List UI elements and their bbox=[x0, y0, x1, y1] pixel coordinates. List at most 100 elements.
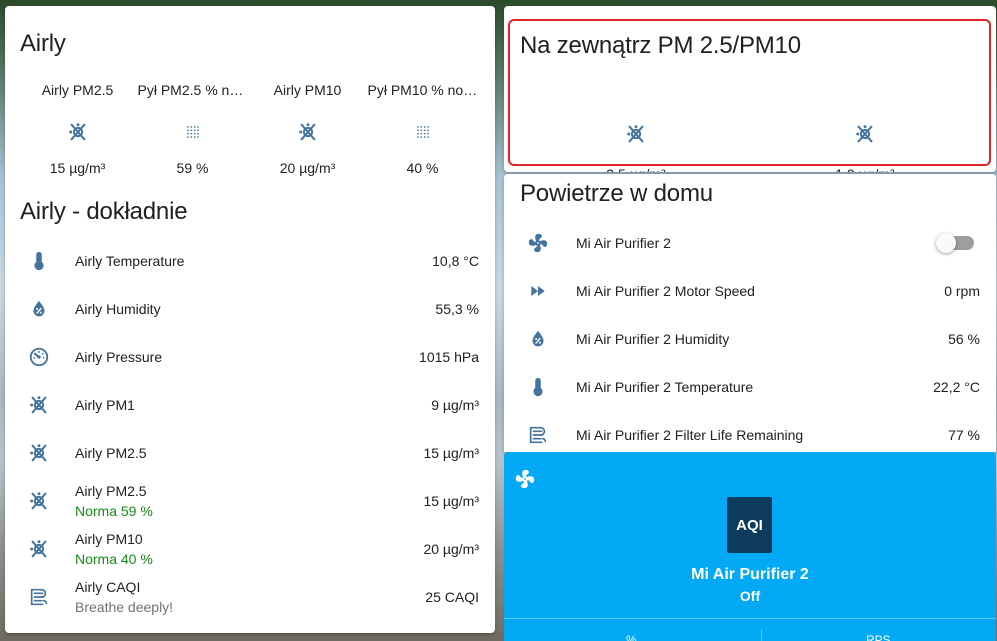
footer-percent-label[interactable]: % bbox=[626, 633, 637, 641]
airly-entity-list: Airly Temperature 10,8 °C Airly Humidity… bbox=[5, 237, 495, 621]
glance-state: 15 µg/m³ bbox=[49, 160, 106, 176]
glance-name: Airly PM2.5 bbox=[41, 82, 114, 98]
air-filter-icon bbox=[296, 120, 320, 144]
air-filter-icon bbox=[27, 393, 51, 417]
entity-name: Airly CAQI bbox=[75, 579, 141, 595]
glance-name: Airly PM10 bbox=[273, 82, 342, 98]
entity-value: 15 µg/m³ bbox=[423, 493, 479, 509]
aqi-badge: AQI bbox=[727, 497, 772, 553]
outside-item-pm10[interactable]: 1,9 µg/m³ bbox=[795, 102, 935, 172]
entity-name: Airly PM10 bbox=[75, 531, 143, 547]
footer-rps-label[interactable]: RPS bbox=[866, 633, 891, 641]
water-percent-icon bbox=[27, 297, 51, 321]
air-quality-icon bbox=[526, 423, 550, 447]
entity-name-block: Airly CAQI Breathe deeply! bbox=[75, 579, 173, 615]
purifier-toggle[interactable] bbox=[936, 233, 974, 253]
entity-row[interactable]: Mi Air Purifier 2 Temperature 22,2 °C bbox=[504, 363, 996, 411]
entity-row[interactable]: Airly PM10 Norma 40 % 20 µg/m³ bbox=[5, 525, 495, 573]
home-card-title: Powietrze w domu bbox=[520, 180, 713, 207]
entity-name: Airly PM1 bbox=[75, 397, 135, 413]
thermometer-icon bbox=[27, 249, 51, 273]
toggle-thumb bbox=[936, 233, 956, 253]
airly-card-title: Airly bbox=[20, 30, 66, 57]
entity-value: 15 µg/m³ bbox=[423, 445, 479, 461]
entity-row[interactable]: Airly PM2.5 15 µg/m³ bbox=[5, 429, 495, 477]
glance-state: 59 % bbox=[176, 160, 209, 176]
entity-row[interactable]: Airly Temperature 10,8 °C bbox=[5, 237, 495, 285]
entity-name: Airly Pressure bbox=[75, 349, 163, 365]
airly-glance-row: Airly PM2.5 15 µg/m³ Pył PM2.5 % normy 5… bbox=[5, 82, 495, 182]
entity-value: 22,2 °C bbox=[933, 379, 980, 395]
outside-card: Na zewnątrz PM 2.5/PM10 3,5 µg/m³ 1,9 µg… bbox=[504, 6, 996, 172]
glance-state: 40 % bbox=[406, 160, 439, 176]
air-filter-icon bbox=[27, 537, 51, 561]
entity-value: 20 µg/m³ bbox=[423, 541, 479, 557]
air-filter-icon bbox=[66, 120, 90, 144]
glance-name: Pył PM10 % normy bbox=[367, 82, 478, 98]
fan-icon[interactable] bbox=[514, 468, 536, 490]
entity-secondary: Norma 40 % bbox=[75, 551, 153, 567]
fast-forward-icon bbox=[526, 279, 550, 303]
entity-row[interactable]: Airly Pressure 1015 hPa bbox=[5, 333, 495, 381]
entity-name: Airly Humidity bbox=[75, 301, 161, 317]
airly-card: Airly Airly PM2.5 15 µg/m³ Pył PM2.5 % n… bbox=[5, 6, 495, 633]
entity-name: Mi Air Purifier 2 Temperature bbox=[576, 379, 754, 395]
entity-name-block: Airly PM10 Norma 40 % bbox=[75, 531, 153, 567]
entity-row[interactable]: Airly PM2.5 Norma 59 % 15 µg/m³ bbox=[5, 477, 495, 525]
thermometer-icon bbox=[526, 375, 550, 399]
glance-state: 3,5 µg/m³ bbox=[606, 166, 665, 172]
entity-value: 1015 hPa bbox=[419, 349, 479, 365]
air-quality-icon bbox=[27, 585, 51, 609]
entity-secondary: Norma 59 % bbox=[75, 503, 153, 519]
air-filter-icon bbox=[624, 122, 648, 146]
home-air-card: Powietrze w domu Mi Air Purifier 2 Mi Ai… bbox=[504, 174, 996, 452]
entity-row[interactable]: Airly CAQI Breathe deeply! 25 CAQI bbox=[5, 573, 495, 621]
fan-icon bbox=[526, 231, 550, 255]
airly-detail-title: Airly - dokładnie bbox=[20, 198, 188, 225]
outside-item-pm25[interactable]: 3,5 µg/m³ bbox=[566, 102, 706, 172]
entity-row[interactable]: Mi Air Purifier 2 Filter Life Remaining … bbox=[504, 411, 996, 452]
glance-item-pm10[interactable]: Airly PM10 20 µg/m³ bbox=[250, 82, 365, 182]
footer-divider bbox=[761, 629, 762, 641]
entity-name-block: Airly PM2.5 Norma 59 % bbox=[75, 483, 153, 519]
outside-card-title: Na zewnątrz PM 2.5/PM10 bbox=[520, 32, 801, 59]
glance-state: 1,9 µg/m³ bbox=[835, 166, 894, 172]
glance-item-pm25[interactable]: Airly PM2.5 15 µg/m³ bbox=[20, 82, 135, 182]
air-filter-icon bbox=[27, 489, 51, 513]
dots-grid-icon bbox=[181, 120, 205, 144]
glance-state: 20 µg/m³ bbox=[279, 160, 336, 176]
entity-value: 25 CAQI bbox=[425, 589, 479, 605]
entity-row[interactable]: Mi Air Purifier 2 bbox=[504, 219, 996, 267]
entity-name: Airly PM2.5 bbox=[75, 483, 147, 499]
entity-name: Airly Temperature bbox=[75, 253, 185, 269]
entity-name: Mi Air Purifier 2 Humidity bbox=[576, 331, 730, 347]
entity-value: 56 % bbox=[948, 331, 980, 347]
water-percent-icon bbox=[526, 327, 550, 351]
purifier-footer: % RPS bbox=[504, 618, 996, 641]
glance-item-pm10-percent[interactable]: Pył PM10 % normy 40 % bbox=[365, 82, 480, 182]
entity-value: 9 µg/m³ bbox=[431, 397, 479, 413]
entity-name: Airly PM2.5 bbox=[75, 445, 147, 461]
home-entity-list: Mi Air Purifier 2 Mi Air Purifier 2 Moto… bbox=[504, 219, 996, 452]
purifier-card: AQI Mi Air Purifier 2 Off % RPS bbox=[504, 452, 996, 641]
glance-item-pm25-percent[interactable]: Pył PM2.5 % normy 59 % bbox=[135, 82, 250, 182]
entity-name: Mi Air Purifier 2 bbox=[576, 235, 671, 251]
entity-row[interactable]: Mi Air Purifier 2 Motor Speed 0 rpm bbox=[504, 267, 996, 315]
entity-value: 0 rpm bbox=[944, 283, 980, 299]
entity-row[interactable]: Mi Air Purifier 2 Humidity 56 % bbox=[504, 315, 996, 363]
purifier-name: Mi Air Purifier 2 bbox=[691, 566, 809, 583]
glance-name: Pył PM2.5 % normy bbox=[137, 82, 248, 98]
dots-grid-icon bbox=[411, 120, 435, 144]
entity-name: Mi Air Purifier 2 Filter Life Remaining bbox=[576, 427, 804, 443]
entity-secondary: Breathe deeply! bbox=[75, 599, 174, 615]
entity-row[interactable]: Airly PM1 9 µg/m³ bbox=[5, 381, 495, 429]
entity-row[interactable]: Airly Humidity 55,3 % bbox=[5, 285, 495, 333]
entity-value: 10,8 °C bbox=[432, 253, 479, 269]
entity-value: 55,3 % bbox=[435, 301, 479, 317]
air-filter-icon bbox=[27, 441, 51, 465]
gauge-icon bbox=[27, 345, 51, 369]
air-filter-icon bbox=[853, 122, 877, 146]
entity-name: Mi Air Purifier 2 Motor Speed bbox=[576, 283, 755, 299]
purifier-state: Off bbox=[739, 588, 761, 604]
entity-value: 77 % bbox=[948, 427, 980, 443]
